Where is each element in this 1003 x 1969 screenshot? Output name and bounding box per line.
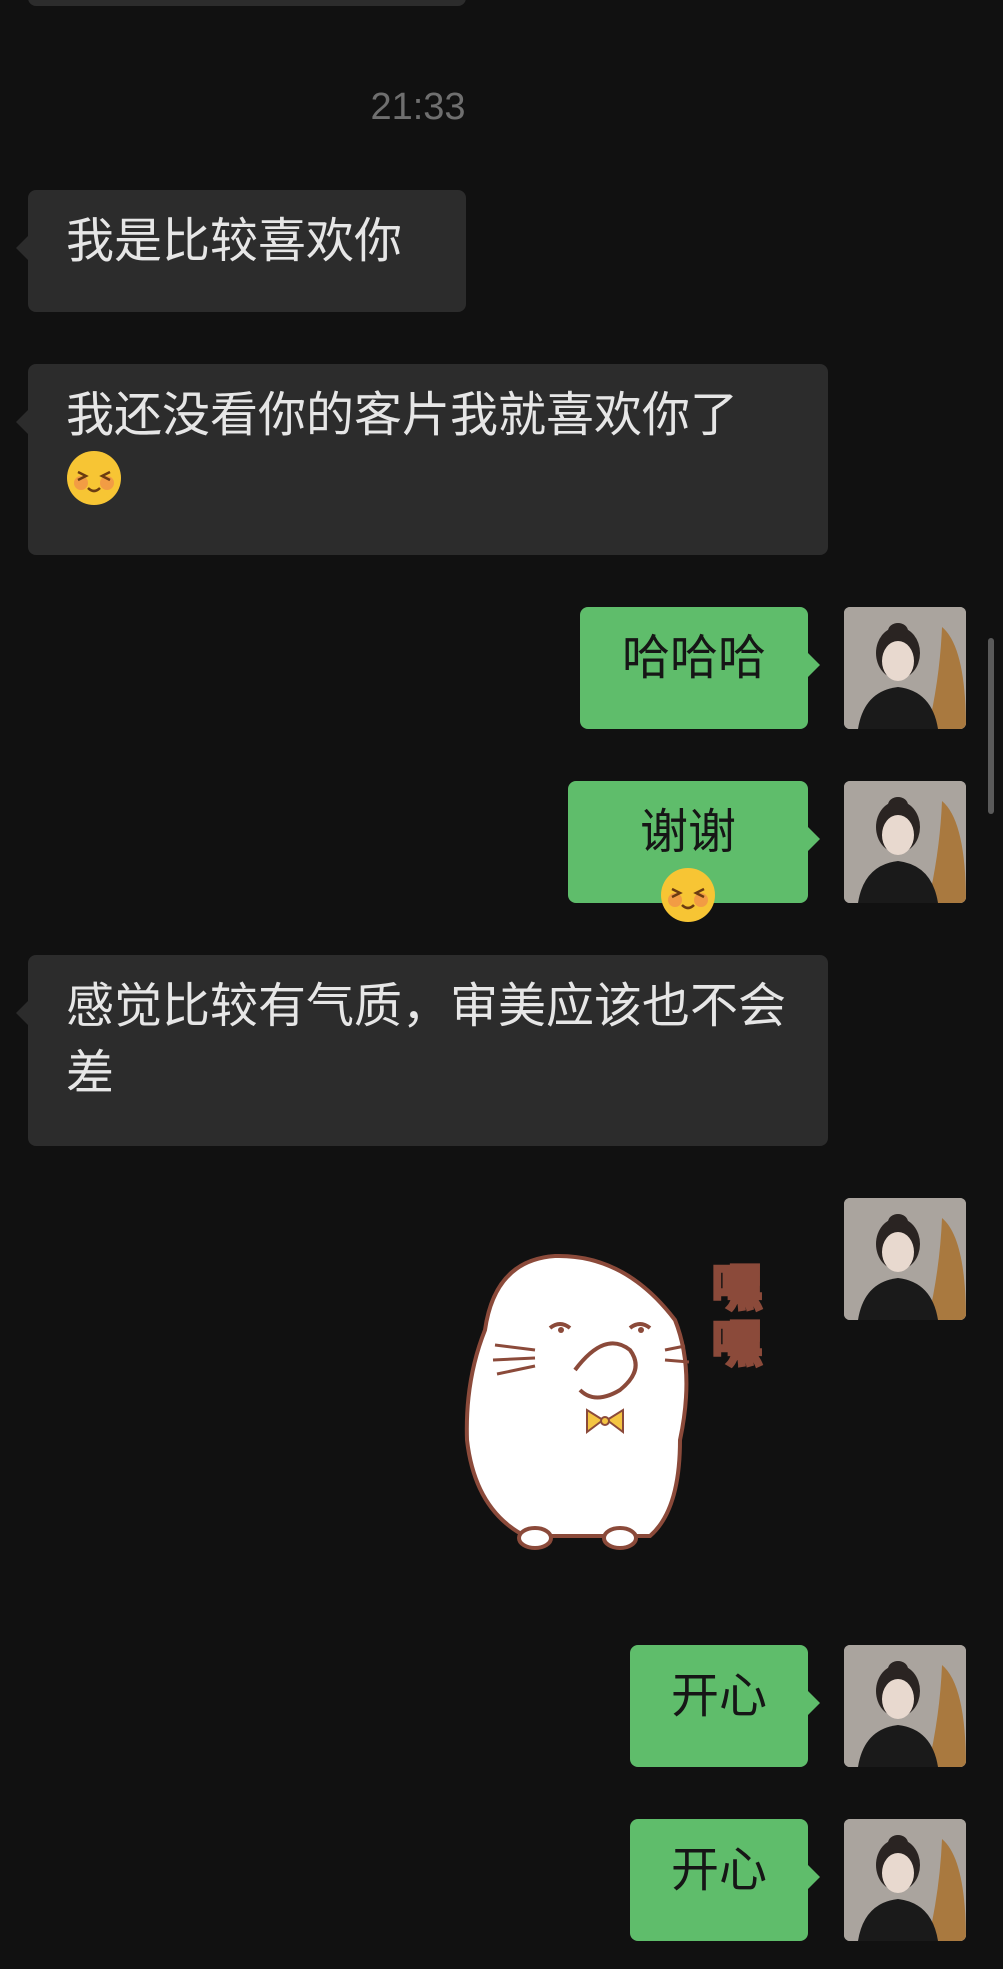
message-text: 哈哈哈 — [621, 630, 766, 686]
incoming-message-bubble[interactable]: 感觉比较有气质，审美应该也不会差 — [16, 955, 828, 1146]
seal-giggling-sticker[interactable]: 嘿嘿 — [455, 1240, 795, 1570]
outgoing-message-bubble[interactable]: 开心 — [630, 1819, 820, 1941]
chat-timestamp: 21:33 — [370, 86, 466, 128]
message-text: 开心 — [670, 1668, 767, 1724]
profile-photo — [844, 1645, 966, 1767]
scrollbar[interactable] — [988, 638, 994, 814]
message-text: 谢谢 — [639, 804, 736, 860]
profile-photo — [844, 781, 966, 903]
blushing-smile-emoji — [661, 868, 715, 922]
avatar[interactable] — [844, 1645, 966, 1767]
sticker-caption: 嘿嘿 — [711, 1259, 764, 1374]
avatar[interactable] — [844, 607, 966, 729]
avatar[interactable] — [844, 1198, 966, 1320]
message-text: 感觉比较有气质，审美应该也不会差 — [66, 978, 787, 1101]
profile-photo — [844, 1198, 966, 1320]
profile-photo — [844, 607, 966, 729]
incoming-message-bubble[interactable]: 我是比较喜欢你 — [16, 190, 466, 312]
outgoing-message-bubble[interactable]: 谢谢 — [568, 781, 820, 922]
message-text: 我还没看你的客片我就喜欢你了 — [66, 387, 739, 443]
avatar[interactable] — [844, 781, 966, 903]
incoming-message-bubble[interactable]: 我还没看你的客片我就喜欢你了 — [16, 364, 828, 555]
message-text: 开心 — [670, 1842, 767, 1898]
outgoing-message-bubble[interactable]: 哈哈哈 — [580, 607, 820, 729]
previous-message-bubble — [28, 0, 466, 6]
profile-photo — [844, 1819, 966, 1941]
avatar[interactable] — [844, 1819, 966, 1941]
outgoing-message-bubble[interactable]: 开心 — [630, 1645, 820, 1767]
blushing-smile-emoji — [67, 451, 121, 505]
message-text: 我是比较喜欢你 — [66, 213, 403, 269]
